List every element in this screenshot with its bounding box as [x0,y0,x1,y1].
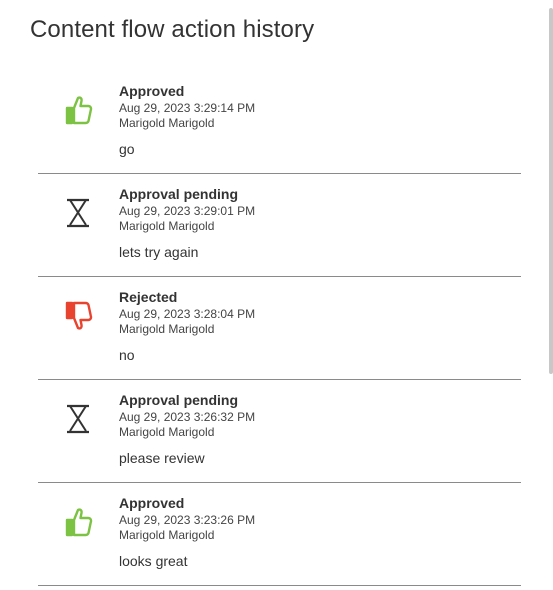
entry-status: Approval pending [119,186,238,202]
entry-comment: please review [119,450,205,466]
page-title: Content flow action history [30,16,315,43]
vertical-scrollbar[interactable] [549,8,553,374]
history-entry: Approval pending Aug 29, 2023 3:29:01 PM… [38,174,521,277]
thumbs-down-icon [62,299,94,333]
entry-comment: looks great [119,553,188,569]
thumbs-up-icon [62,505,94,539]
entry-status: Approved [119,83,185,99]
history-entry: Approved Aug 29, 2023 3:29:14 PM Marigol… [38,71,521,174]
entry-timestamp: Aug 29, 2023 3:29:01 PM [119,204,256,218]
entry-user: Marigold Marigold [119,322,215,336]
entry-timestamp: Aug 29, 2023 3:23:26 PM [119,513,256,527]
entry-comment: lets try again [119,244,199,260]
history-entry: Approved Aug 29, 2023 3:23:26 PM Marigol… [38,483,521,586]
entry-comment: go [119,141,135,157]
entry-status: Approved [119,495,185,511]
entry-timestamp: Aug 29, 2023 3:26:32 PM [119,410,256,424]
history-entry: Approval pending Aug 29, 2023 3:26:32 PM… [38,380,521,483]
entry-user: Marigold Marigold [119,116,215,130]
history-entry: Rejected Aug 29, 2023 3:28:04 PM Marigol… [38,277,521,380]
entry-status: Approval pending [119,392,238,408]
entry-timestamp: Aug 29, 2023 3:28:04 PM [119,307,256,321]
entry-timestamp: Aug 29, 2023 3:29:14 PM [119,101,256,115]
entry-comment: no [119,347,135,363]
hourglass-icon [62,196,94,230]
entry-user: Marigold Marigold [119,425,215,439]
hourglass-icon [62,402,94,436]
entry-user: Marigold Marigold [119,528,215,542]
entry-status: Rejected [119,289,178,305]
thumbs-up-icon [62,93,94,127]
entry-user: Marigold Marigold [119,219,215,233]
